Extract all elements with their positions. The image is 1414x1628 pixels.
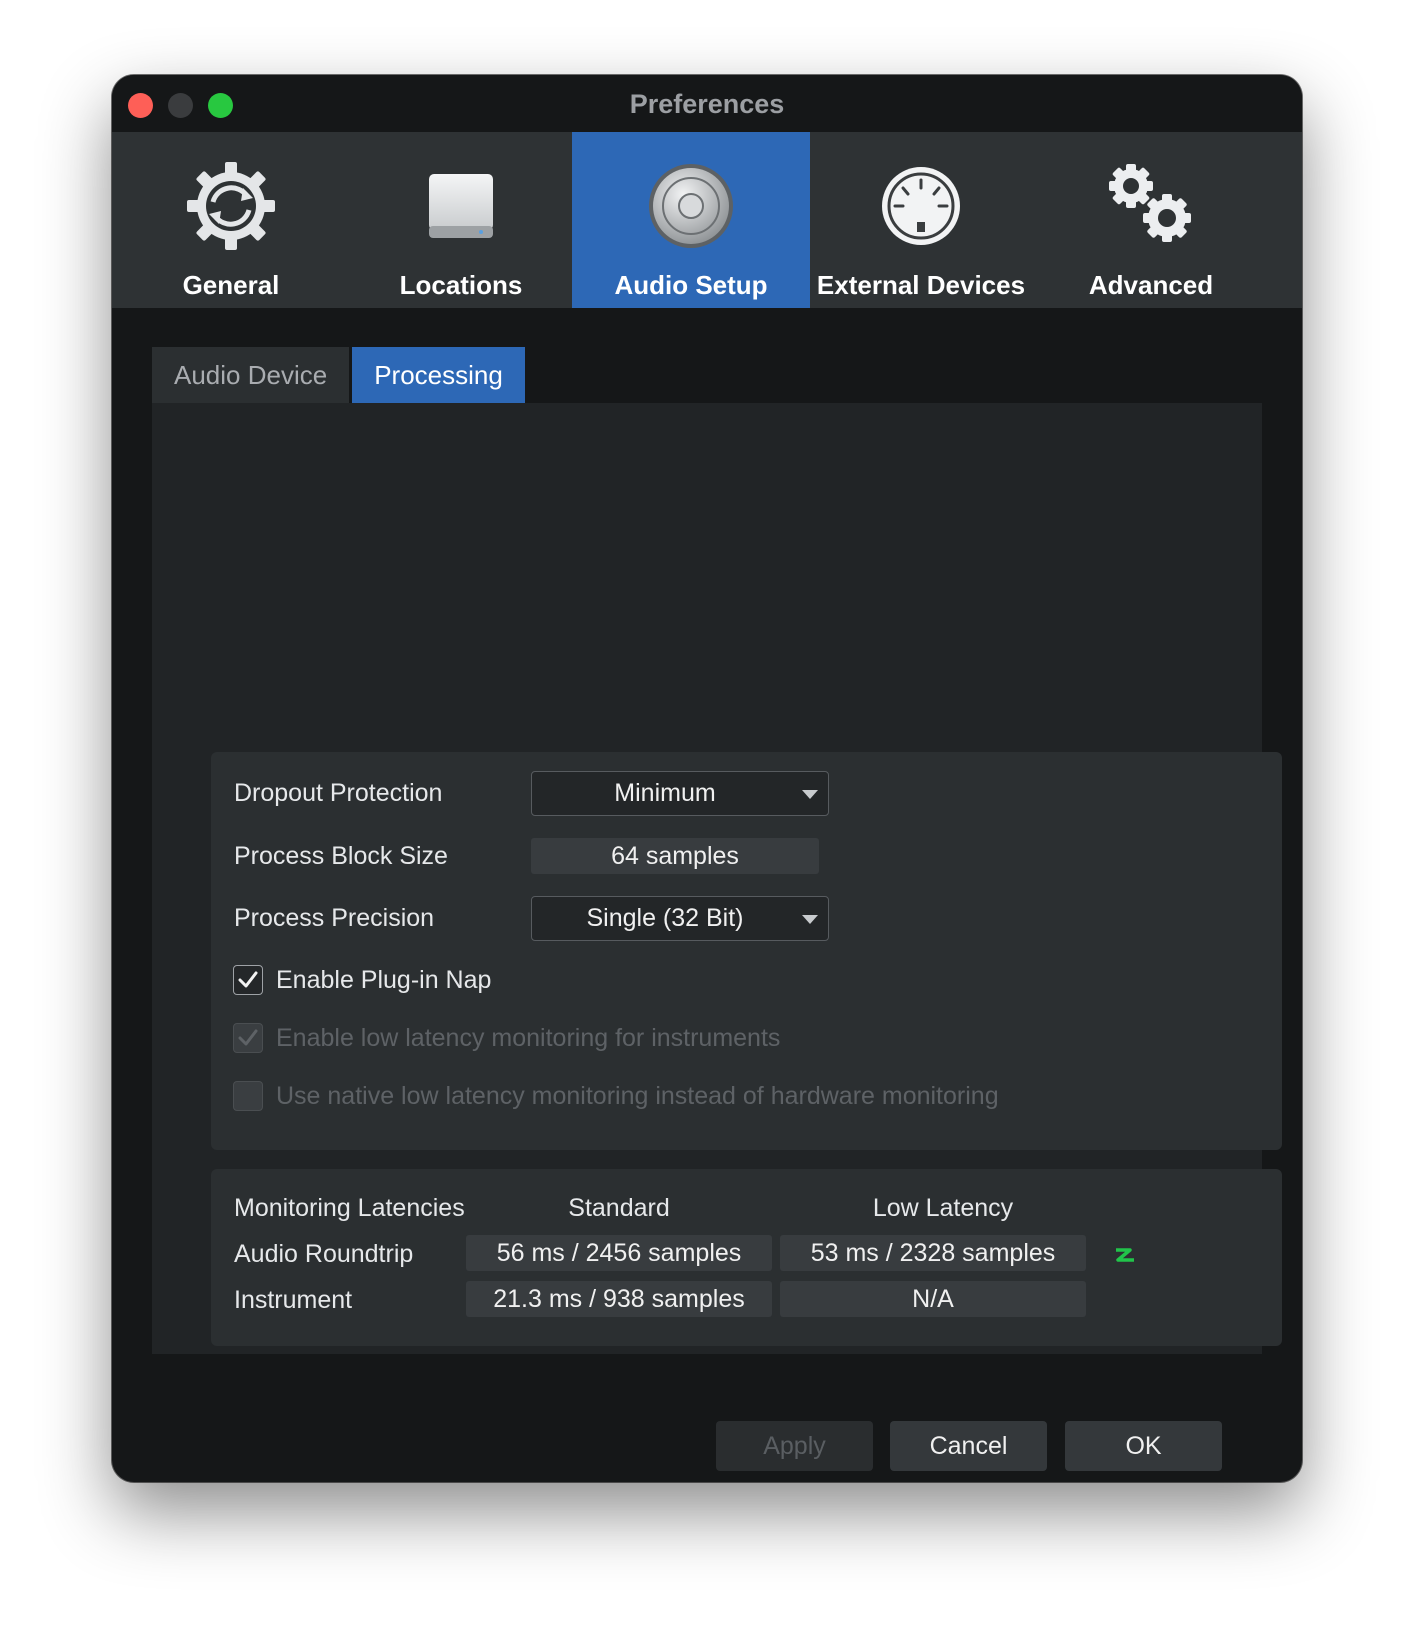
apply-button[interactable]: Apply <box>716 1421 873 1471</box>
title-bar: Preferences <box>112 75 1302 132</box>
toolbar-item-label: Advanced <box>1088 270 1214 300</box>
toolbar-item-label: Audio Setup <box>614 270 768 300</box>
hard-drive-icon <box>411 156 511 256</box>
speaker-icon <box>641 156 741 256</box>
native-low-latency-label: Use native low latency monitoring instea… <box>276 1082 999 1110</box>
toolbar-item-locations[interactable]: Locations <box>342 132 580 308</box>
process-block-size-label: Process Block Size <box>234 842 448 870</box>
toolbar-item-general[interactable]: General <box>112 132 350 308</box>
low-latency-column-header: Low Latency <box>872 1194 1014 1222</box>
cancel-button[interactable]: Cancel <box>890 1421 1047 1471</box>
chevron-down-icon <box>802 790 818 799</box>
audio-roundtrip-low-latency: 53 ms / 2328 samples <box>780 1235 1086 1271</box>
audio-roundtrip-standard: 56 ms / 2456 samples <box>466 1235 772 1271</box>
toolbar-item-audio-setup[interactable]: Audio Setup <box>572 132 810 308</box>
instrument-low-latency: N/A <box>780 1281 1086 1317</box>
toolbar-item-label: General <box>182 270 280 300</box>
low-latency-indicator-icon <box>1116 1248 1134 1262</box>
dropout-protection-dropdown[interactable]: Minimum <box>531 771 829 816</box>
processing-settings-panel: Dropout Protection Minimum Process Block… <box>211 752 1282 1150</box>
toolbar-item-label: Locations <box>399 270 523 300</box>
enable-plugin-nap-label: Enable Plug-in Nap <box>276 966 492 994</box>
low-latency-instruments-checkbox[interactable] <box>233 1023 263 1053</box>
process-precision-value: Single (32 Bit) <box>586 904 744 932</box>
process-precision-label: Process Precision <box>234 904 435 932</box>
monitoring-latencies-panel: Monitoring Latencies Standard Low Latenc… <box>211 1169 1282 1346</box>
standard-column-header: Standard <box>568 1194 670 1222</box>
window-title: Preferences <box>629 89 785 119</box>
toolbar-item-label: External Devices <box>816 270 1026 300</box>
tab-audio-device[interactable]: Audio Device <box>152 347 350 403</box>
instrument-label: Instrument <box>234 1286 353 1314</box>
audio-roundtrip-label: Audio Roundtrip <box>234 1240 414 1268</box>
toolbar-item-external-devices[interactable]: External Devices <box>802 132 1040 308</box>
low-latency-instruments-label: Enable low latency monitoring for instru… <box>276 1024 781 1052</box>
gear-sync-icon <box>181 156 281 256</box>
process-precision-dropdown[interactable]: Single (32 Bit) <box>531 896 829 941</box>
processing-content: Dropout Protection Minimum Process Block… <box>152 403 1282 1354</box>
instrument-standard: 21.3 ms / 938 samples <box>466 1281 772 1317</box>
preferences-window: Preferences General Locations Audio Setu… <box>112 75 1302 1482</box>
toolbar-item-advanced[interactable]: Advanced <box>1032 132 1270 308</box>
checkmark-icon <box>238 1029 258 1046</box>
monitoring-latencies-title: Monitoring Latencies <box>234 1194 465 1222</box>
ok-button[interactable]: OK <box>1065 1421 1222 1471</box>
midi-connector-icon <box>871 156 971 256</box>
checkmark-icon <box>238 971 258 988</box>
enable-plugin-nap-checkbox[interactable] <box>233 965 263 995</box>
preferences-toolbar: General Locations Audio Setup External D… <box>112 132 1302 308</box>
chevron-down-icon <box>802 915 818 924</box>
tab-processing[interactable]: Processing <box>352 347 525 403</box>
gears-icon <box>1101 156 1201 256</box>
dropout-protection-label: Dropout Protection <box>234 779 443 807</box>
subtab-bar: Audio Device Processing <box>152 347 528 403</box>
dropout-protection-value: Minimum <box>614 779 716 807</box>
process-block-size-value: 64 samples <box>531 838 819 874</box>
native-low-latency-checkbox[interactable] <box>233 1081 263 1111</box>
